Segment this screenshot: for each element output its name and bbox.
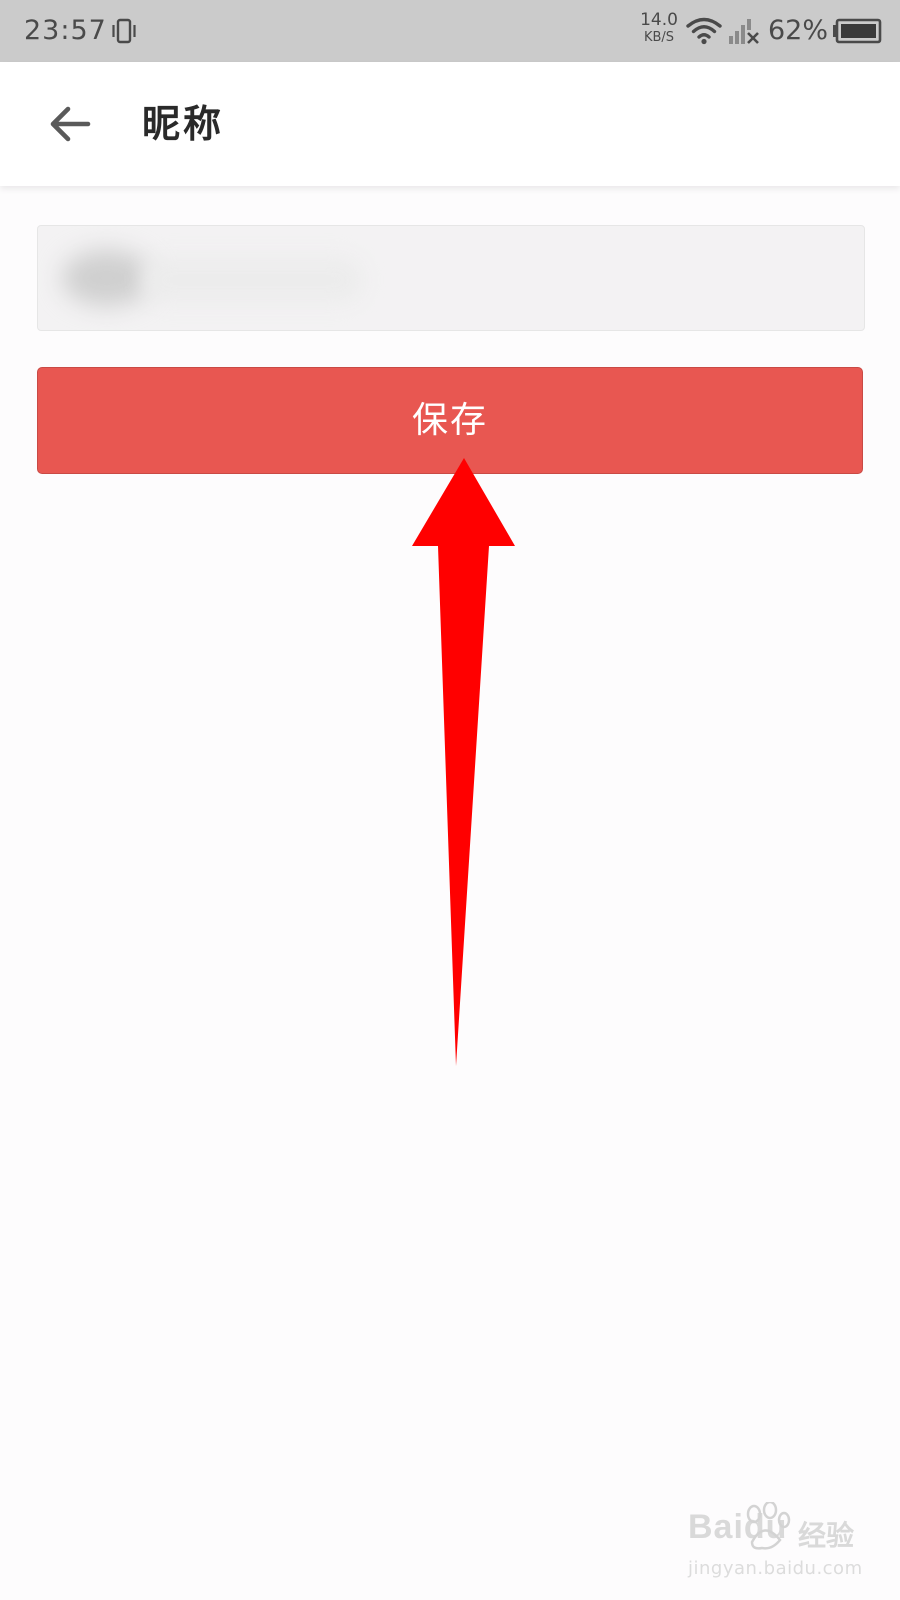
status-bar: 23:57 14.0 KB/S 62% xyxy=(0,0,900,62)
app-bar: 昵称 xyxy=(0,62,900,186)
nickname-field xyxy=(37,225,865,331)
save-button[interactable]: 保存 xyxy=(37,367,863,474)
signal-no-service-icon xyxy=(729,19,759,44)
wifi-icon xyxy=(686,17,722,45)
back-button[interactable] xyxy=(36,92,104,156)
baidu-jingyan-watermark: Baidu 经验 jingyan.baidu.com xyxy=(688,1500,888,1590)
vibrate-icon xyxy=(112,18,136,44)
status-time: 23:57 xyxy=(24,15,107,46)
baidu-paw-icon xyxy=(746,1502,791,1550)
watermark-url: jingyan.baidu.com xyxy=(688,1558,863,1579)
network-speed-value: 14.0 xyxy=(640,10,678,30)
network-speed-unit: KB/S xyxy=(643,30,675,45)
battery-icon xyxy=(833,18,882,44)
battery-percent: 62% xyxy=(768,15,829,46)
back-arrow-icon xyxy=(50,106,91,142)
nickname-input[interactable] xyxy=(38,226,864,330)
watermark-logo-text: Baidu xyxy=(688,1508,788,1546)
network-speed: 14.0 KB/S xyxy=(638,12,680,46)
page-title: 昵称 xyxy=(142,101,225,146)
watermark-logo-cn: 经验 xyxy=(798,1519,855,1552)
